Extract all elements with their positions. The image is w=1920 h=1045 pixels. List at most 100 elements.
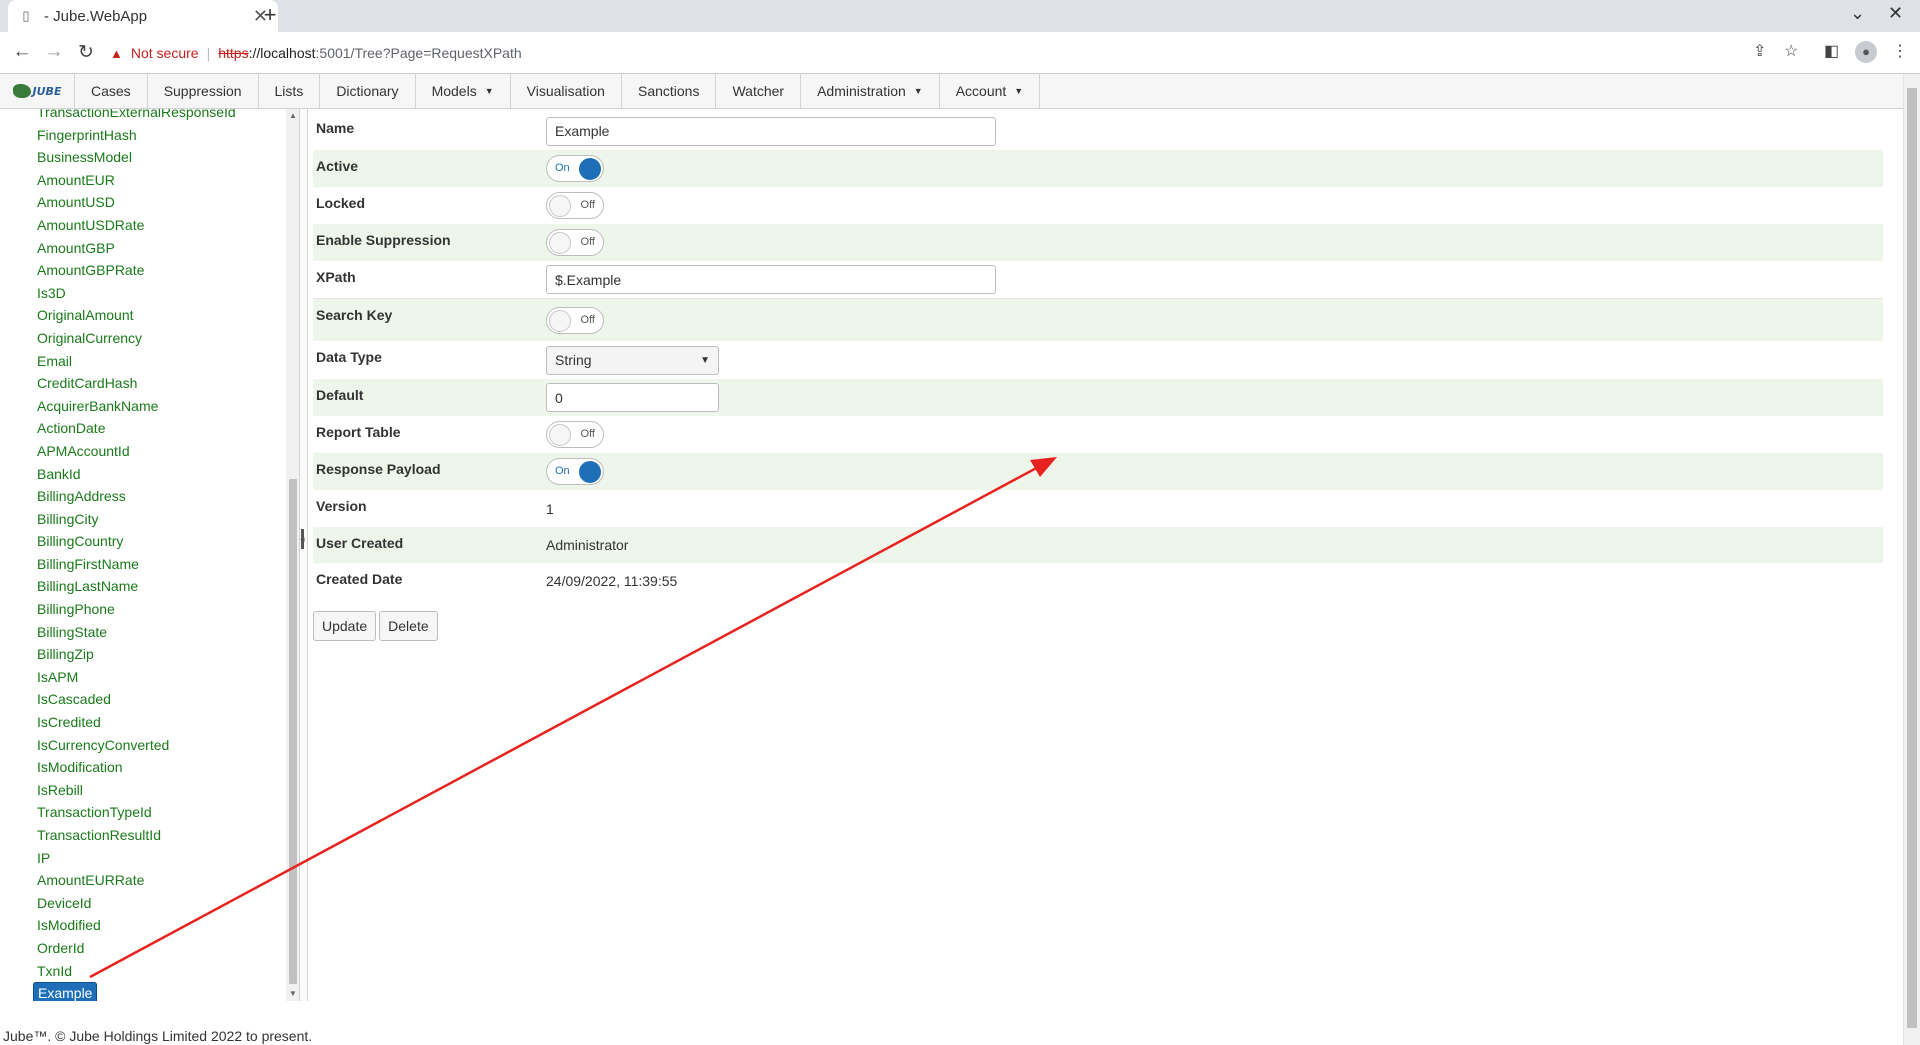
tree-item[interactable]: BillingFirstName <box>0 553 286 576</box>
default-input[interactable] <box>546 383 719 412</box>
tree-item[interactable]: AcquirerBankName <box>0 395 286 418</box>
tree-item[interactable]: AmountUSD <box>0 191 286 214</box>
menu-administration[interactable]: Administration ▼ <box>801 74 940 108</box>
tree-item[interactable]: TransactionTypeId <box>0 801 286 824</box>
tree-item[interactable]: Example <box>0 982 286 1001</box>
tree-item[interactable]: CreditCardHash <box>0 372 286 395</box>
not-secure-label: Not secure <box>130 45 199 61</box>
forward-icon[interactable]: → <box>42 41 66 63</box>
tree-item[interactable]: BillingAddress <box>0 485 286 508</box>
row-enable-suppression: Enable Suppression Off <box>313 224 1883 261</box>
row-created-date: Created Date 24/09/2022, 11:39:55 <box>313 563 1883 599</box>
tree-item[interactable]: Email <box>0 350 286 373</box>
page-scrollbar[interactable] <box>1903 74 1920 1045</box>
tree-item[interactable]: BillingState <box>0 621 286 644</box>
tree-item[interactable]: TxnId <box>0 960 286 983</box>
created-date-value: 24/09/2022, 11:39:55 <box>546 573 678 589</box>
url-field[interactable]: ▲ Not secure | https ://localhost :5001/… <box>110 39 1770 67</box>
row-search-key: Search Key Off <box>313 299 1883 341</box>
menu-dictionary[interactable]: Dictionary <box>320 74 416 108</box>
menu-watcher[interactable]: Watcher <box>716 74 802 108</box>
search-key-toggle[interactable]: Off <box>546 306 604 334</box>
menu-account[interactable]: Account ▼ <box>940 74 1041 108</box>
name-input[interactable] <box>546 116 996 146</box>
tree-item[interactable]: BillingLastName <box>0 575 286 598</box>
tree-item[interactable]: AmountGBP <box>0 237 286 260</box>
response-payload-toggle[interactable]: On <box>546 458 604 485</box>
tree-item[interactable]: AmountUSDRate <box>0 214 286 237</box>
jube-logo[interactable]: JUBE <box>0 74 75 108</box>
form-actions: Update Delete <box>313 611 1883 641</box>
scroll-up-icon[interactable]: ▲ <box>286 109 299 123</box>
caret-down-icon: ▼ <box>1014 86 1024 96</box>
tree-item[interactable]: AmountEUR <box>0 169 286 192</box>
new-tab-button[interactable]: + <box>258 4 282 28</box>
delete-button[interactable]: Delete <box>379 611 438 641</box>
tree-scrollbar-thumb[interactable] <box>289 479 297 984</box>
tree-item[interactable]: TransactionResultId <box>0 824 286 847</box>
xpath-input[interactable] <box>546 265 996 294</box>
menu-lists[interactable]: Lists <box>259 74 321 108</box>
tree-item[interactable]: BillingCountry <box>0 530 286 553</box>
page-scrollbar-thumb[interactable] <box>1907 88 1917 1028</box>
tree-item[interactable]: TransactionExternalResponseId <box>0 109 286 124</box>
bookmark-star-icon[interactable]: ☆ <box>1784 41 1798 61</box>
tree-scrollbar[interactable]: ▲ ▼ <box>286 109 299 1001</box>
tree-item[interactable]: IsCredited <box>0 711 286 734</box>
tree-item[interactable]: BillingCity <box>0 508 286 531</box>
active-toggle[interactable]: On <box>546 155 604 182</box>
tree-item[interactable]: IsModified <box>0 914 286 937</box>
address-bar: ← → ↻ ▲ Not secure | https ://localhost … <box>0 32 1920 74</box>
pane-splitter[interactable]: ◂ <box>300 109 308 1001</box>
tree-item[interactable]: IP <box>0 847 286 870</box>
close-window-icon[interactable]: ✕ <box>1888 3 1903 24</box>
created-date-label: Created Date <box>316 571 403 587</box>
tree-item[interactable]: ActionDate <box>0 417 286 440</box>
menu-visualisation[interactable]: Visualisation <box>511 74 622 108</box>
tree-item[interactable]: IsModification <box>0 756 286 779</box>
share-icon[interactable]: ⇪ <box>1753 41 1766 61</box>
browser-tab[interactable]: ▯ - Jube.WebApp ✕ <box>8 0 278 32</box>
tree-item[interactable]: BusinessModel <box>0 146 286 169</box>
side-panel-icon[interactable]: ◧ <box>1824 41 1839 61</box>
chevron-down-icon[interactable]: ⌄ <box>1850 3 1865 24</box>
row-response-payload: Response Payload On <box>313 453 1883 490</box>
report-table-label: Report Table <box>316 424 401 440</box>
tree-item[interactable]: OriginalAmount <box>0 304 286 327</box>
tree-item[interactable]: Is3D <box>0 282 286 305</box>
splitter-grip[interactable] <box>301 529 304 549</box>
more-menu-icon[interactable]: ⋮ <box>1892 41 1908 61</box>
profile-avatar-icon[interactable]: ● <box>1855 41 1877 63</box>
tree-item[interactable]: BillingZip <box>0 643 286 666</box>
default-label: Default <box>316 387 364 403</box>
report-table-toggle[interactable]: Off <box>546 421 604 448</box>
data-type-select[interactable]: String ▼ <box>546 345 719 375</box>
tree-item[interactable]: AmountGBPRate <box>0 259 286 282</box>
menu-models[interactable]: Models ▼ <box>416 74 511 108</box>
tree-item[interactable]: IsAPM <box>0 666 286 689</box>
tree-item[interactable]: APMAccountId <box>0 440 286 463</box>
reload-icon[interactable]: ↻ <box>74 41 98 64</box>
back-icon[interactable]: ← <box>10 41 34 63</box>
menu-cases[interactable]: Cases <box>75 74 148 108</box>
menu-suppression[interactable]: Suppression <box>148 74 259 108</box>
active-label: Active <box>316 158 359 174</box>
response-payload-label: Response Payload <box>316 461 441 477</box>
tree-item[interactable]: DeviceId <box>0 892 286 915</box>
enable-suppression-toggle[interactable]: Off <box>546 229 604 256</box>
tree-item[interactable]: BankId <box>0 463 286 486</box>
scroll-down-icon[interactable]: ▼ <box>286 987 299 1001</box>
tree-item[interactable]: OrderId <box>0 937 286 960</box>
tree-item[interactable]: IsCurrencyConverted <box>0 734 286 757</box>
dropdown-caret-icon: ▼ <box>700 354 710 366</box>
tree-item[interactable]: FingerprintHash <box>0 124 286 147</box>
locked-label: Locked <box>316 195 366 211</box>
update-button[interactable]: Update <box>313 611 377 641</box>
tree-item[interactable]: IsCascaded <box>0 688 286 711</box>
locked-toggle[interactable]: Off <box>546 192 604 219</box>
menu-sanctions[interactable]: Sanctions <box>622 74 717 108</box>
tree-item[interactable]: IsRebill <box>0 779 286 802</box>
tree-item[interactable]: AmountEURRate <box>0 869 286 892</box>
tree-item[interactable]: BillingPhone <box>0 598 286 621</box>
tree-item[interactable]: OriginalCurrency <box>0 327 286 350</box>
